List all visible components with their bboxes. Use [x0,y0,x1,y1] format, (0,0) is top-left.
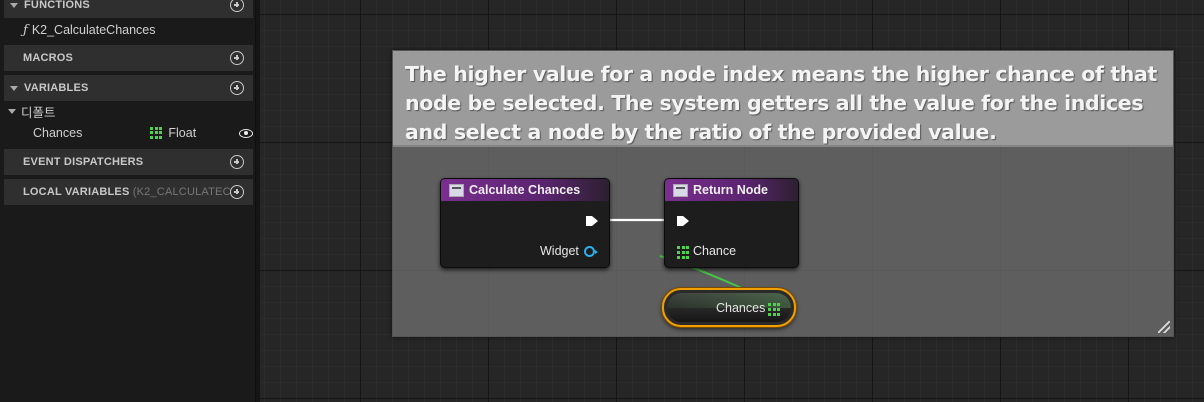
calculate-chances-node[interactable]: Calculate Chances Widget [440,178,610,268]
macros-section-label: MACROS [23,52,74,64]
add-macro-button[interactable] [230,51,244,65]
function-item[interactable]: ƒ K2_CalculateChances [4,19,253,41]
macros-section-header[interactable]: MACROS [4,45,253,71]
my-blueprint-panel: FUNCTIONS ƒ K2_CalculateChances MACROS V… [0,0,256,402]
local-variables-title: LOCAL VARIABLES [23,186,130,198]
widget-pin-label: Widget [540,244,579,258]
variable-name: Chances [33,126,83,140]
function-node-icon [673,183,688,197]
collapse-triangle-icon[interactable] [10,85,18,91]
variables-section-header[interactable]: VARIABLES [4,75,253,101]
add-local-variable-button[interactable] [230,185,244,199]
variable-type: Float [168,126,197,140]
event-dispatchers-section-header[interactable]: EVENT DISPATCHERS [4,149,253,175]
chance-pin-label: Chance [693,244,737,258]
functions-section-label: FUNCTIONS [24,0,90,11]
add-variable-button[interactable] [230,81,244,95]
return-node[interactable]: Return Node Chance [664,178,799,268]
comment-text[interactable]: The higher value for a node index means … [393,51,1173,147]
chance-input-pin[interactable] [677,246,690,259]
local-variables-scope: (K2_CALCULATECHAN [132,186,230,198]
return-node-header[interactable]: Return Node [665,179,798,201]
chances-output-pin[interactable] [768,303,781,316]
visibility-eye-icon[interactable] [239,128,253,138]
add-function-button[interactable] [230,0,244,12]
function-item-label: K2_CalculateChances [31,23,156,37]
calculate-chances-node-header[interactable]: Calculate Chances [441,179,609,201]
variable-item[interactable]: Chances Float [4,122,253,144]
collapse-triangle-icon[interactable] [10,2,18,8]
category-collapse-icon[interactable] [8,108,16,114]
calculate-chances-node-title: Calculate Chances [469,183,581,197]
local-variables-section-label: LOCAL VARIABLES (K2_CALCULATECHAN [4,186,230,198]
widget-output-pin[interactable] [584,246,598,257]
add-event-dispatcher-button[interactable] [230,155,244,169]
comment-resize-handle[interactable] [1158,321,1170,333]
return-node-title: Return Node [693,183,768,197]
exec-output-pin[interactable] [586,215,598,227]
variables-section-label: VARIABLES [24,82,89,94]
event-dispatchers-section-label: EVENT DISPATCHERS [23,156,144,168]
function-node-icon [449,183,464,197]
functions-section-header[interactable]: FUNCTIONS [4,0,253,18]
float-type-icon [150,126,163,140]
chances-getter-label: Chances [716,301,766,315]
exec-input-pin[interactable] [677,215,689,227]
function-icon: ƒ [23,22,28,38]
local-variables-section-header[interactable]: LOCAL VARIABLES (K2_CALCULATECHAN [4,179,253,205]
variable-category[interactable]: 디폴트 [4,100,253,122]
chances-getter-node[interactable]: Chances [662,288,796,327]
variable-category-label: 디폴트 [21,105,56,120]
